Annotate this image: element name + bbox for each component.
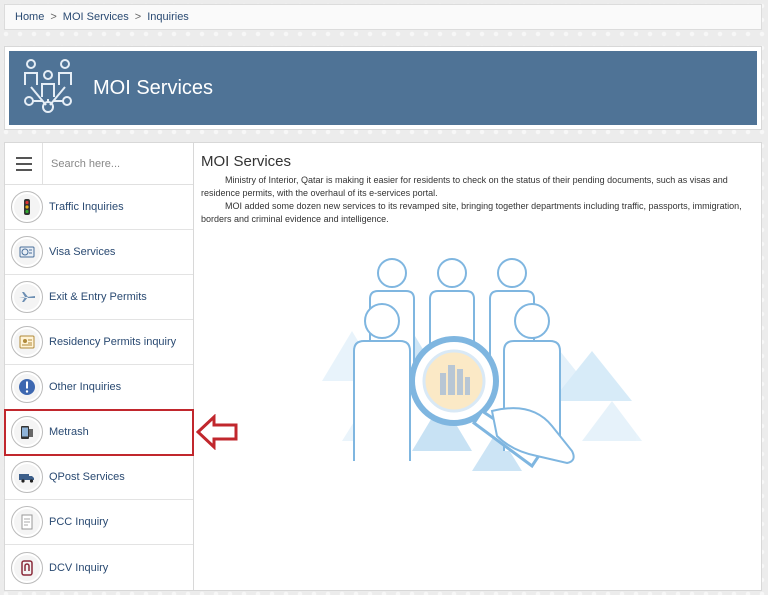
people-network-icon <box>24 59 72 113</box>
sidebar-item-label: Other Inquiries <box>49 381 122 393</box>
sidebar-item-label: Residency Permits inquiry <box>49 336 177 348</box>
breadcrumb-home[interactable]: Home <box>15 11 44 23</box>
annotation-arrow-icon <box>196 414 238 450</box>
sidebar-item-metrash[interactable]: Metrash <box>4 409 194 456</box>
breadcrumb-separator: > <box>50 11 57 23</box>
sidebar-item-label: Exit & Entry Permits <box>49 291 147 303</box>
sidebar-item-exit-entry-permits[interactable]: Exit & Entry Permits <box>5 275 193 320</box>
banner-title: MOI Services <box>93 76 214 99</box>
intro-paragraph: Ministry of Interior, Qatar is making it… <box>201 175 728 198</box>
exclamation-icon <box>11 371 43 403</box>
delivery-truck-icon <box>11 461 43 493</box>
page-title: MOI Services <box>201 153 292 170</box>
sidebar-item-traffic-inquiries[interactable]: Traffic Inquiries <box>5 185 193 230</box>
visa-stamp-icon <box>11 236 43 268</box>
sidebar: Traffic Inquiries Visa Services Exit & E… <box>4 142 194 591</box>
document-icon <box>11 506 43 538</box>
sidebar-header <box>5 143 193 185</box>
moi-services-illustration <box>322 258 642 471</box>
residency-card-icon <box>11 326 43 358</box>
search-input[interactable] <box>43 143 193 184</box>
hamburger-icon <box>15 155 32 173</box>
sidebar-item-other-inquiries[interactable]: Other Inquiries <box>5 365 193 410</box>
phone-icon <box>11 416 43 448</box>
airplane-icon <box>11 281 43 313</box>
sidebar-item-label: DCV Inquiry <box>49 561 109 574</box>
breadcrumb-inquiries[interactable]: Inquiries <box>147 11 189 23</box>
sidebar-item-visa-services[interactable]: Visa Services <box>5 230 193 275</box>
sidebar-item-pcc-inquiry[interactable]: PCC Inquiry <box>5 500 193 545</box>
banner: MOI Services <box>9 51 757 125</box>
breadcrumb-moi-services[interactable]: MOI Services <box>63 11 129 23</box>
sidebar-item-label: QPost Services <box>49 471 125 483</box>
sidebar-item-residency-permits[interactable]: Residency Permits inquiry <box>5 320 193 365</box>
menu-toggle-button[interactable] <box>5 143 43 184</box>
sidebar-item-label: Visa Services <box>49 246 116 258</box>
sidebar-item-qpost-services[interactable]: QPost Services <box>5 455 193 500</box>
breadcrumb-separator: > <box>134 11 142 23</box>
sidebar-item-label: Metrash <box>49 426 89 438</box>
main-content: MOI Services Ministry of Interior, Qatar… <box>194 142 762 591</box>
fingerprint-icon <box>11 551 43 584</box>
sidebar-item-label: PCC Inquiry <box>49 516 109 528</box>
sidebar-menu: Traffic Inquiries Visa Services Exit & E… <box>4 185 194 590</box>
sidebar-item-label: Traffic Inquiries <box>49 201 124 213</box>
banner-frame: MOI Services <box>4 46 762 130</box>
sidebar-item-dcv-inquiry[interactable]: DCV Inquiry <box>5 545 193 590</box>
traffic-light-icon <box>11 191 43 223</box>
breadcrumb: Home > MOI Services > Inquiries <box>4 4 762 30</box>
details-paragraph: MOI added some dozen new services to its… <box>201 201 742 224</box>
